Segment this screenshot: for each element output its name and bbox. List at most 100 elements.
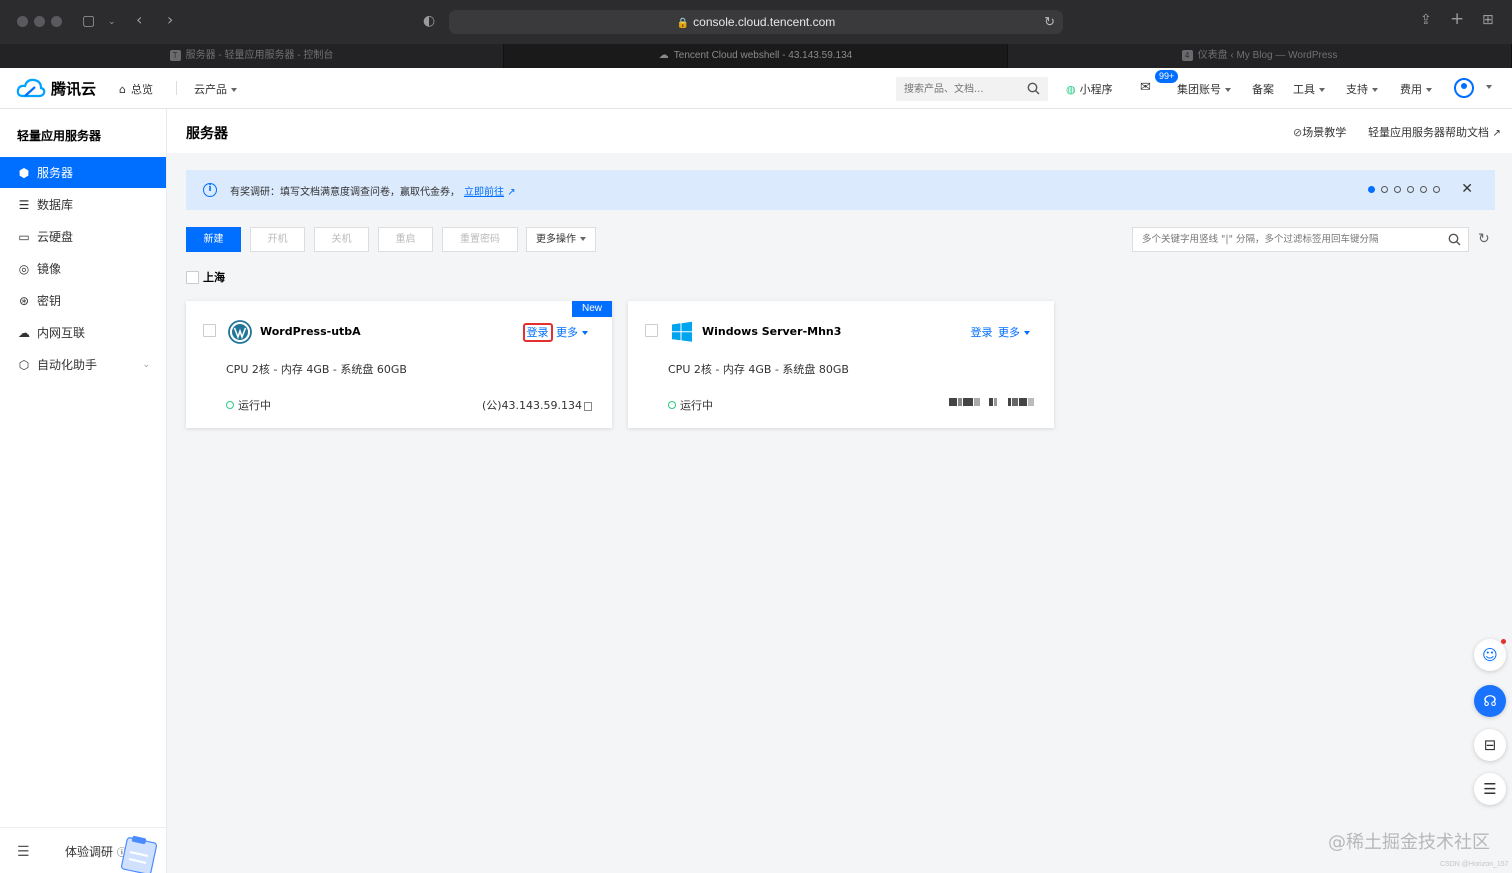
sidebar-item-image[interactable]: ◎ 镜像: [0, 253, 166, 284]
survey-notice: i 有奖调研：填写文档满意度调查问卷，赢取代金券， 立即前往 ↗ ✕: [186, 170, 1495, 210]
stop-button[interactable]: 关机: [314, 227, 369, 252]
cloud-logo-icon: [16, 78, 46, 98]
start-button[interactable]: 开机: [250, 227, 305, 252]
minimize-window-button[interactable]: [34, 16, 45, 27]
instance-name[interactable]: Windows Server-Mhn3: [702, 325, 841, 338]
instance-checkbox[interactable]: [203, 324, 216, 337]
browser-tab[interactable]: T 服务器 - 轻量应用服务器 - 控制台: [0, 44, 504, 68]
server-icon: ⬢: [18, 165, 30, 180]
watermark: @稀土掘金技术社区: [1328, 832, 1490, 853]
tab-title: 仪表盘 ‹ My Blog — WordPress: [1197, 50, 1338, 61]
sidebar-item-disk[interactable]: ▭ 云硬盘: [0, 221, 166, 252]
restart-button[interactable]: 重启: [378, 227, 433, 252]
tencent-cloud-logo[interactable]: 腾讯云: [16, 77, 96, 99]
key-icon: ⊛: [18, 293, 30, 308]
more-actions-dropdown[interactable]: 更多操作: [526, 227, 596, 252]
login-button[interactable]: 登录: [969, 325, 995, 340]
instance-filter[interactable]: [1132, 227, 1469, 252]
list-icon: ☰: [1483, 780, 1497, 798]
external-link-icon: ↗: [507, 187, 516, 198]
user-avatar[interactable]: [1454, 78, 1474, 98]
miniprogram-link[interactable]: ◍ 小程序: [1066, 81, 1113, 97]
support-button[interactable]: ☊: [1474, 685, 1506, 717]
support-menu[interactable]: 支持: [1346, 81, 1378, 97]
instance-actions: 登录 更多: [969, 324, 1030, 340]
billing-menu[interactable]: 费用: [1400, 81, 1432, 97]
carousel-dot[interactable]: [1407, 186, 1414, 193]
sidebar-toggle-icon[interactable]: ▢: [82, 14, 95, 28]
search-icon[interactable]: [1027, 82, 1040, 95]
region-checkbox[interactable]: [186, 270, 199, 284]
reload-icon[interactable]: ↻: [1044, 10, 1055, 34]
help-doc-link[interactable]: 轻量应用服务器帮助文档 ↗: [1368, 124, 1501, 140]
carousel-dot[interactable]: [1420, 186, 1427, 193]
global-search-input[interactable]: [896, 77, 1016, 101]
avatar-caret[interactable]: [1482, 80, 1492, 93]
more-menu[interactable]: 更多: [556, 326, 588, 339]
instance-card[interactable]: Windows Server-Mhn3 登录 更多 CPU 2核 - 内存 4G…: [628, 301, 1054, 428]
home-link[interactable]: ⌂ 总览: [119, 81, 153, 97]
carousel-dot[interactable]: [1381, 186, 1388, 193]
support-label: 支持: [1346, 83, 1368, 96]
notice-text: 有奖调研：填写文档满意度调查问卷，赢取代金券， 立即前往 ↗: [230, 183, 516, 198]
carousel-dot[interactable]: [1433, 186, 1440, 193]
copy-icon[interactable]: [584, 401, 592, 411]
sidebar-title: 轻量应用服务器: [17, 129, 102, 143]
address-bar[interactable]: 🔒 console.cloud.tencent.com ↻: [449, 10, 1063, 34]
eye-icon: ⊘: [1293, 126, 1303, 139]
notice-link[interactable]: 立即前往: [464, 187, 504, 198]
close-icon[interactable]: ✕: [1461, 181, 1473, 197]
sidebar-item-network[interactable]: ☁ 内网互联: [0, 317, 166, 348]
sidebar-item-database[interactable]: ☰ 数据库: [0, 189, 166, 220]
tutorial-link[interactable]: ⊘场景教学: [1293, 124, 1346, 140]
close-window-button[interactable]: [17, 16, 28, 27]
caret-down-icon: [231, 88, 237, 92]
reset-password-button[interactable]: 重置密码: [442, 227, 518, 252]
new-instance-button[interactable]: 新建: [186, 227, 241, 252]
list-button[interactable]: ☰: [1474, 773, 1506, 805]
external-link-icon: ↗: [1492, 128, 1501, 139]
refresh-icon[interactable]: ↻: [1478, 232, 1490, 246]
status-label: 运行中: [680, 399, 713, 412]
more-actions-label: 更多操作: [536, 234, 576, 245]
zoom-window-button[interactable]: [51, 16, 62, 27]
privacy-shield-icon[interactable]: ◐: [423, 14, 435, 28]
feedback-button[interactable]: ☺: [1474, 639, 1506, 671]
beian-link[interactable]: 备案: [1252, 81, 1274, 97]
tools-menu[interactable]: 工具: [1293, 81, 1325, 97]
docs-button[interactable]: ⊟: [1474, 729, 1506, 761]
account-menu[interactable]: 集团账号: [1177, 81, 1231, 97]
tab-overview-icon[interactable]: ⊞: [1482, 13, 1494, 27]
survey-label: 体验调研: [65, 845, 114, 859]
sidebar-item-server[interactable]: ⬢ 服务器: [0, 157, 166, 188]
more-menu[interactable]: 更多: [998, 326, 1030, 339]
filter-input[interactable]: [1133, 228, 1433, 251]
carousel-dots: [1368, 186, 1440, 193]
sidebar-item-automation[interactable]: ⬡ 自动化助手 ⌄: [0, 349, 166, 380]
login-button[interactable]: 登录: [522, 323, 553, 342]
carousel-dot[interactable]: [1368, 186, 1375, 193]
browser-tab[interactable]: 4 仪表盘 ‹ My Blog — WordPress: [1008, 44, 1512, 68]
back-icon[interactable]: ‹: [136, 12, 142, 28]
collapse-menu-icon[interactable]: ☰: [17, 844, 30, 860]
mail-icon[interactable]: ✉: [1140, 80, 1151, 95]
new-tab-icon[interactable]: +: [1450, 11, 1464, 28]
notification-dot: [1501, 639, 1506, 644]
console-header: 腾讯云 ⌂ 总览 云产品 ◍小程序 ✉ 99+ 集团账号 备案 工具 支持 费用: [0, 68, 1512, 109]
search-icon[interactable]: [1448, 233, 1461, 246]
products-menu[interactable]: 云产品: [194, 81, 237, 97]
chevron-down-icon[interactable]: ⌄: [108, 15, 116, 29]
instance-checkbox[interactable]: [645, 324, 658, 337]
global-search[interactable]: [896, 77, 1048, 101]
share-icon[interactable]: ⇪: [1420, 13, 1432, 27]
instance-name[interactable]: WordPress-utbA: [260, 325, 361, 338]
home-label: 总览: [130, 83, 153, 96]
browser-tab[interactable]: ☁ Tencent Cloud webshell - 43.143.59.134: [504, 44, 1008, 68]
forward-icon[interactable]: ›: [167, 12, 173, 28]
carousel-dot[interactable]: [1394, 186, 1401, 193]
sidebar-item-label: 镜像: [37, 262, 62, 276]
tab-favicon: 4: [1181, 49, 1193, 61]
instance-status: 运行中: [226, 397, 271, 413]
sidebar-item-key[interactable]: ⊛ 密钥: [0, 285, 166, 316]
instance-card[interactable]: WordPress-utbA 登录 更多 New CPU 2核 - 内存 4GB…: [186, 301, 612, 428]
